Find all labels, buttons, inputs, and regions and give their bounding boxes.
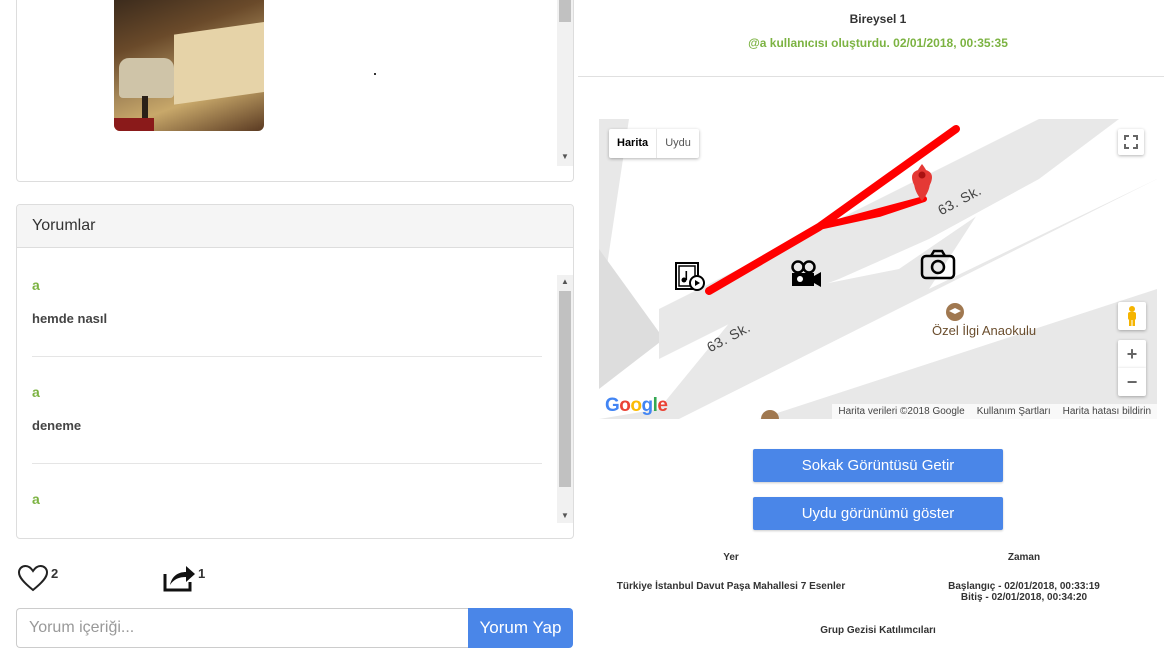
post-title: Bireysel 1 [849,12,907,26]
street-view-pegman-button[interactable] [1118,302,1146,330]
comment-item: a [32,491,542,507]
comment-item: a hemde nasıl [32,277,542,357]
map-attribution: Harita verileri ©2018 Google Kullanım Şa… [832,404,1157,419]
share-icon[interactable] [162,564,196,592]
post-creator-line: @a kullanıcısı oluşturdu. 02/01/2018, 00… [748,36,1008,50]
heart-icon[interactable] [17,564,49,592]
comment-input[interactable] [16,608,469,648]
report-map-error-link[interactable]: Harita hatası bildirin [1063,404,1151,419]
left-column: ▼ Yorumlar a hemde nasıl a deneme a ▲ ▼ … [0,0,590,658]
time-header: Zaman [1007,552,1041,563]
fullscreen-button[interactable] [1118,129,1144,155]
participants-header: Grup Gezisi Katılımcıları [820,625,936,636]
zoom-in-button[interactable]: + [1118,340,1146,368]
comment-author[interactable]: a [32,384,542,400]
start-time: Başlangıç - 02/01/2018, 00:33:19 [948,581,1100,592]
place-header: Yer [723,552,739,563]
pegman-icon [1128,306,1136,326]
share-action[interactable]: 1 [162,564,205,592]
comment-author[interactable]: a [32,491,542,507]
school-poi-icon[interactable] [946,303,964,321]
map-type-uydu-button[interactable]: Uydu [657,129,699,158]
media-scrollbar[interactable]: ▼ [557,0,573,166]
google-logo[interactable]: Google [605,395,668,417]
scroll-up-arrow-icon[interactable]: ▲ [557,275,573,289]
comments-title: Yorumlar [17,205,573,248]
comment-author[interactable]: a [32,277,542,293]
comment-item: a deneme [32,384,542,464]
zoom-out-button[interactable]: − [1118,368,1146,396]
map-type-harita-button[interactable]: Harita [609,129,658,158]
poi-label: Özel İlgi Anaokulu [932,323,1037,338]
map[interactable]: Harita Uydu + − 63. Sk. 63. Sk. Özel İlg… [599,119,1157,419]
map-canvas[interactable] [599,119,1157,419]
place-value: Türkiye İstanbul Davut Paşa Mahallesi 7 … [616,581,846,592]
map-data-credit: Harita verileri ©2018 Google [838,406,965,417]
satellite-view-button[interactable]: Uydu görünümü göster [753,497,1003,530]
comment-text: hemde nasıl [32,311,108,326]
end-time: Bitiş - 02/01/2018, 00:34:20 [960,592,1088,603]
fullscreen-icon [1124,135,1138,149]
comments-panel: Yorumlar a hemde nasıl a deneme a ▲ ▼ [16,204,574,539]
scroll-down-arrow-icon[interactable]: ▼ [557,150,573,164]
right-column: Bireysel 1 @a kullanıcısı oluşturdu. 02/… [578,0,1164,658]
share-count: 1 [198,565,206,581]
street-view-button[interactable]: Sokak Görüntüsü Getir [753,449,1003,482]
comment-text: deneme [32,418,82,433]
submit-comment-button[interactable]: Yorum Yap [468,608,573,648]
terms-link[interactable]: Kullanım Şartları [977,404,1051,419]
post-photo[interactable] [114,0,264,131]
media-panel: ▼ [16,0,574,182]
like-action[interactable]: 2 [17,564,58,592]
map-type-control: Harita Uydu [609,129,699,158]
scroll-down-arrow-icon[interactable]: ▼ [557,509,573,523]
comments-scrollbar[interactable]: ▲ ▼ [557,275,573,523]
like-count: 2 [51,565,59,581]
